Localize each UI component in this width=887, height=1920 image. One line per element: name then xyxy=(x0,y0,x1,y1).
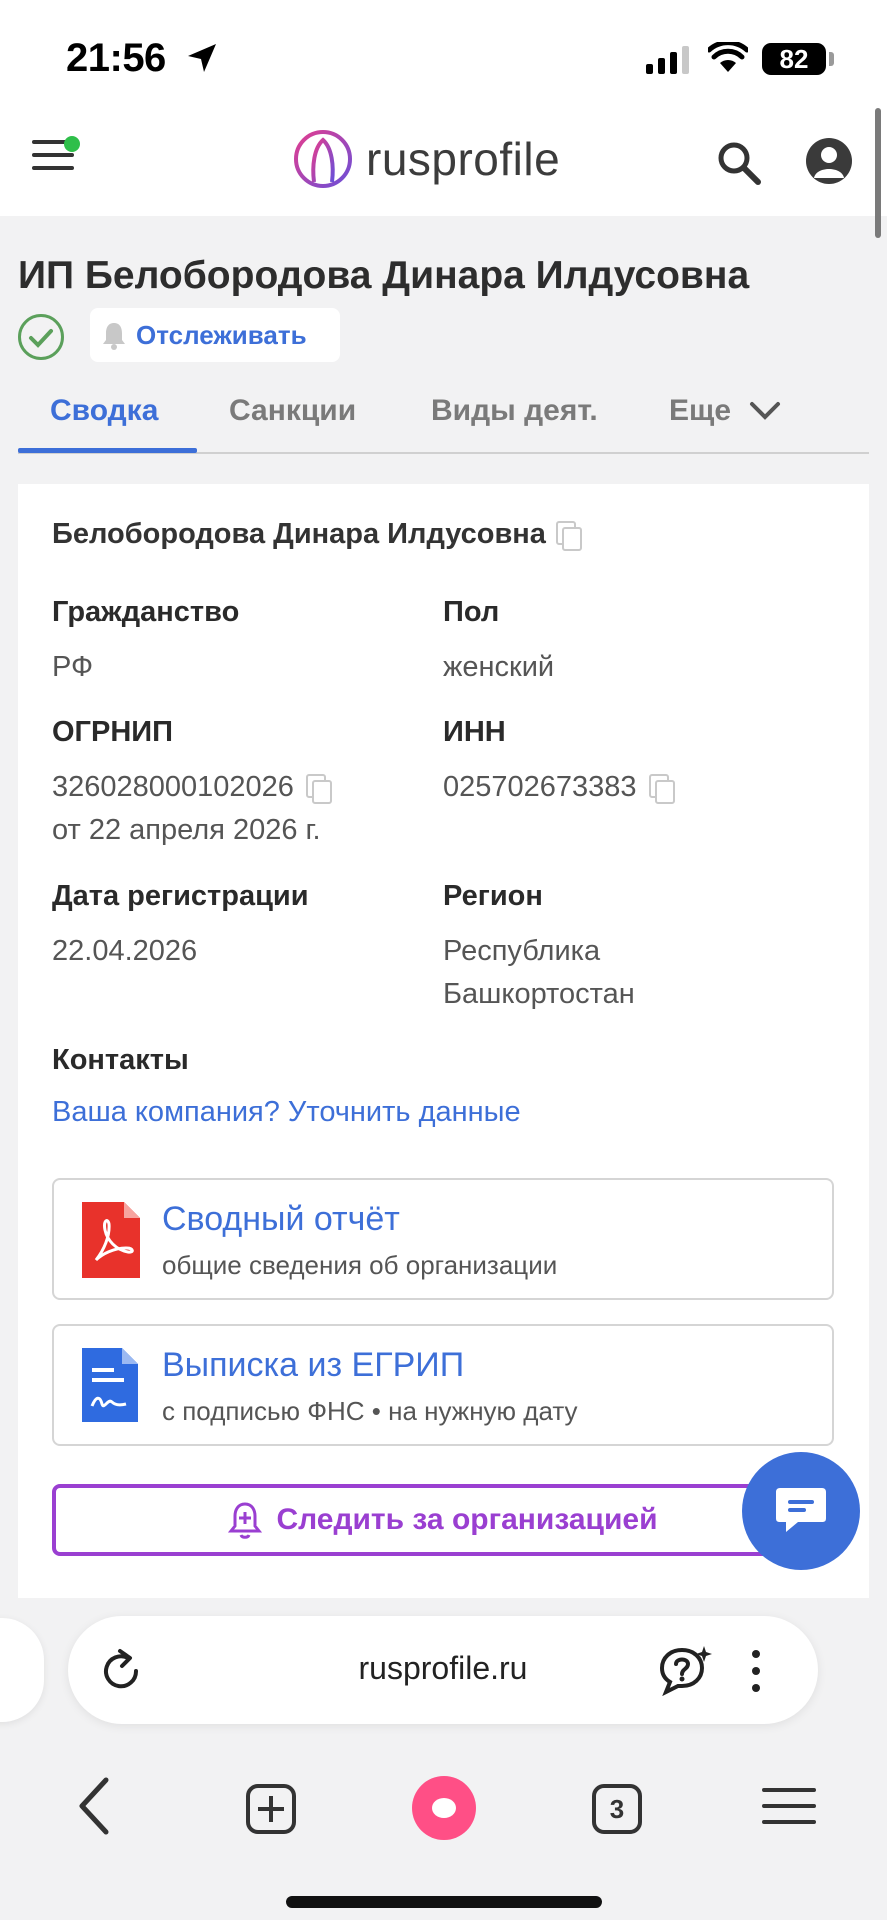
tab-activities[interactable]: Виды деят. xyxy=(431,394,598,428)
active-tab-indicator xyxy=(18,448,197,453)
browser-nav-bar: 3 xyxy=(0,1758,887,1848)
contacts-label: Контакты xyxy=(52,1044,189,1076)
pdf-icon xyxy=(82,1202,140,1278)
previous-tab-peek[interactable] xyxy=(0,1618,44,1722)
citizenship-label: Гражданство xyxy=(52,596,240,628)
cellular-signal-icon xyxy=(646,46,689,74)
track-button[interactable]: Отслеживать xyxy=(90,308,340,362)
tab-bar: Сводка Санкции Виды деят. Еще xyxy=(18,390,869,454)
ogrnip-label: ОГРНИП xyxy=(52,716,173,748)
region-label: Регион xyxy=(443,880,543,912)
egrip-extract-button[interactable]: Выписка из ЕГРИП с подписью ФНС • на нуж… xyxy=(52,1324,834,1446)
summary-report-subtitle: общие сведения об организации xyxy=(162,1250,558,1280)
update-data-link[interactable]: Ваша компания? Уточнить данные xyxy=(52,1096,521,1129)
scrollbar[interactable] xyxy=(875,108,881,238)
full-name-row: Белобородова Динара Илдусовна xyxy=(52,518,582,551)
egrip-subtitle: с подписью ФНС • на нужную дату xyxy=(162,1396,578,1426)
inn-block: 025702673383 xyxy=(443,766,675,809)
home-indicator[interactable] xyxy=(286,1896,602,1908)
gender-value: женский xyxy=(443,651,555,683)
more-options-icon[interactable] xyxy=(752,1650,762,1701)
summary-report-button[interactable]: Сводный отчёт общие сведения об организа… xyxy=(52,1178,834,1300)
chevron-down-icon xyxy=(750,402,781,420)
ai-assistant-icon[interactable] xyxy=(658,1644,714,1696)
tab-more[interactable]: Еще xyxy=(669,394,781,428)
site-header: rusprofile xyxy=(0,110,887,216)
location-arrow-icon xyxy=(188,44,216,72)
tabs-count-button[interactable]: 3 xyxy=(592,1784,642,1834)
reg-date-label: Дата регистрации xyxy=(52,880,309,912)
site-logo[interactable]: rusprofile xyxy=(292,128,560,190)
page-title: ИП Белобородова Динара Илдусовна xyxy=(18,254,750,297)
region-line-1: Республика xyxy=(443,935,601,967)
logo-text: rusprofile xyxy=(366,133,561,185)
ogrnip-block: 326028000102026 от 22 апреля 2026 г. xyxy=(52,766,332,852)
region-value: Республика Башкортостан xyxy=(443,930,635,1016)
inn-value: 025702673383 xyxy=(443,771,637,803)
copy-icon[interactable] xyxy=(305,773,332,804)
region-line-2: Башкортостан xyxy=(443,978,635,1010)
search-icon[interactable] xyxy=(716,140,762,186)
rusprofile-logo-icon xyxy=(294,130,352,188)
tab-more-label: Еще xyxy=(669,394,732,427)
follow-button-label: Следить за организацией xyxy=(276,1503,658,1536)
verified-check-icon xyxy=(18,314,64,360)
chat-button[interactable] xyxy=(742,1452,860,1570)
notification-dot xyxy=(64,136,80,152)
track-button-label: Отслеживать xyxy=(136,319,307,350)
alice-assistant-icon[interactable] xyxy=(412,1776,476,1840)
signed-document-icon xyxy=(82,1348,138,1422)
egrip-title: Выписка из ЕГРИП xyxy=(162,1346,465,1384)
summary-card: Белобородова Динара Илдусовна Гражданств… xyxy=(18,484,869,1604)
bell-icon xyxy=(103,323,125,350)
inn-label: ИНН xyxy=(443,716,506,748)
tab-sanctions[interactable]: Санкции xyxy=(229,394,356,428)
reg-date-value: 22.04.2026 xyxy=(52,935,198,967)
gender-label: Пол xyxy=(443,596,500,628)
new-tab-icon[interactable] xyxy=(246,1784,296,1834)
ogrnip-date: от 22 апреля 2026 г. xyxy=(52,814,321,846)
bell-plus-icon xyxy=(228,1502,263,1539)
user-icon[interactable] xyxy=(806,138,852,184)
battery-indicator: 82 xyxy=(762,43,826,75)
full-name: Белобородова Динара Илдусовна xyxy=(52,518,546,550)
status-bar: 21:56 82 xyxy=(0,0,887,110)
summary-report-title: Сводный отчёт xyxy=(162,1200,400,1238)
chat-bubble-icon xyxy=(776,1488,826,1532)
back-icon[interactable] xyxy=(76,1776,112,1836)
browser-menu-icon[interactable] xyxy=(762,1788,816,1836)
wifi-icon xyxy=(708,42,748,72)
ogrnip-value: 326028000102026 xyxy=(52,771,294,803)
copy-icon[interactable] xyxy=(555,520,582,551)
address-bar[interactable]: rusprofile.ru xyxy=(68,1616,818,1724)
copy-icon[interactable] xyxy=(648,773,675,804)
battery-tip xyxy=(829,52,834,66)
status-time: 21:56 xyxy=(66,36,166,80)
tab-summary[interactable]: Сводка xyxy=(50,394,158,428)
follow-organization-button[interactable]: Следить за организацией xyxy=(52,1484,834,1556)
citizenship-value: РФ xyxy=(52,651,94,683)
browser-chrome: rusprofile.ru 3 xyxy=(0,1598,887,1920)
